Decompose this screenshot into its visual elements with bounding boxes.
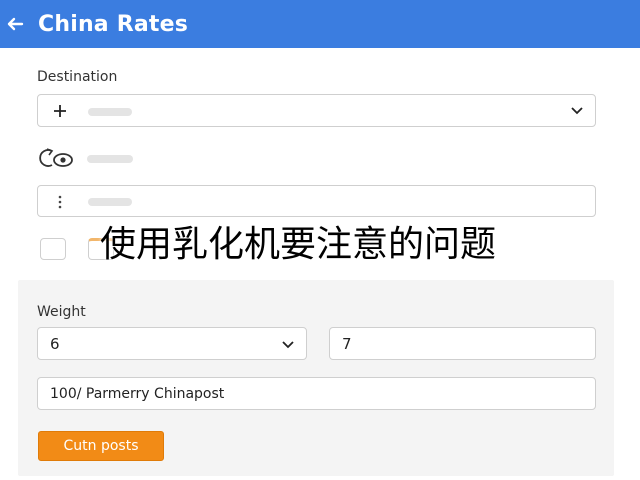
options-field[interactable]	[37, 185, 596, 217]
chevron-down-icon[interactable]	[571, 107, 583, 115]
overlay-caption: 使用乳化机要注意的问题	[100, 224, 497, 265]
options-placeholder	[88, 198, 132, 206]
submit-button[interactable]: Cutn posts	[38, 431, 164, 461]
checkbox[interactable]	[40, 238, 66, 260]
destination-select[interactable]	[37, 94, 596, 127]
service-value: 100/ Parmerry Chinapost	[50, 385, 225, 402]
weight-label: Weight	[37, 304, 86, 320]
arrow-left-icon[interactable]	[6, 15, 24, 33]
app-header: China Rates	[0, 0, 640, 48]
chevron-down-icon[interactable]	[282, 341, 294, 349]
weight-value: 6	[50, 334, 60, 353]
weight-second-value: 7	[342, 334, 352, 353]
service-placeholder	[87, 155, 133, 163]
service-input[interactable]: 100/ Parmerry Chinapost	[37, 377, 596, 410]
refresh-eye-icon[interactable]	[38, 147, 74, 169]
destination-placeholder	[88, 108, 132, 116]
more-vertical-icon[interactable]	[58, 194, 62, 210]
destination-label: Destination	[37, 69, 118, 85]
page-title: China Rates	[38, 11, 189, 37]
plus-icon[interactable]	[54, 105, 66, 117]
weight-second-input[interactable]: 7	[329, 327, 596, 360]
weight-select[interactable]: 6	[37, 327, 307, 360]
